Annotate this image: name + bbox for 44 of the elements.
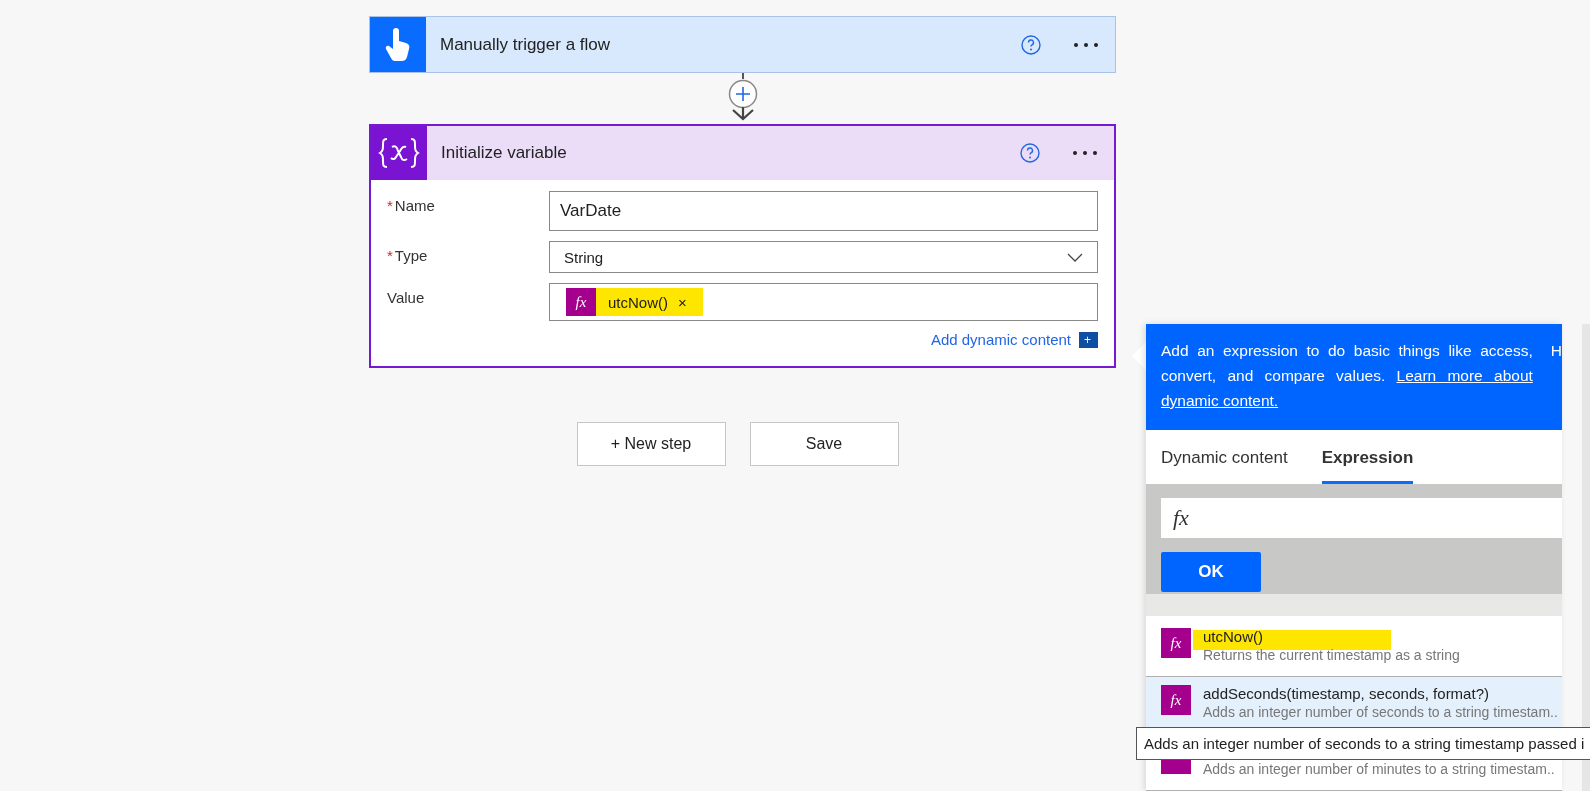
value-field[interactable]: fx utcNow() × [549, 283, 1098, 321]
expression-field[interactable]: fx [1161, 498, 1562, 538]
fx-icon: fx [566, 288, 596, 316]
variable-icon [378, 136, 420, 170]
card-title: Initialize variable [441, 143, 568, 163]
function-item[interactable]: fx utcNow() Returns the current timestamp as a string [1146, 620, 1562, 677]
new-step-button[interactable]: + New step [576, 422, 726, 466]
chevron-down-icon [1067, 252, 1083, 262]
function-name: addSeconds(timestamp, seconds, format?) [1203, 685, 1490, 704]
info-text: Add an expression to do basic things like access, convert, and compare values. Learn more about dynamic content. [1161, 341, 1533, 411]
learn-more-link[interactable]: Learn more about [1396, 367, 1533, 384]
tooltip: Adds an integer number of seconds to a string timestamp passed i [1136, 727, 1590, 760]
remove-token-button[interactable]: × [678, 293, 687, 311]
function-description: Adds an integer number of seconds to a string timestam.. [1203, 704, 1558, 720]
cut-text: H [1550, 341, 1562, 361]
more-icon[interactable] [1073, 41, 1099, 48]
type-dropdown[interactable]: String [549, 241, 1098, 273]
function-name: utcNow() [1203, 628, 1264, 647]
add-step-icon[interactable] [727, 79, 758, 109]
add-dynamic-content-button[interactable]: + [1079, 331, 1098, 348]
hand-pointer-icon [385, 27, 411, 62]
required-mark: * [387, 247, 393, 264]
arrow-down-icon [730, 107, 755, 121]
scrollbar[interactable] [1582, 324, 1590, 791]
function-description: Returns the current timestamp as a string [1203, 647, 1460, 663]
card-title: Manually trigger a flow [440, 34, 612, 55]
save-button[interactable]: Save [749, 422, 899, 466]
help-icon[interactable] [1020, 143, 1040, 163]
ok-button[interactable]: OK [1161, 552, 1261, 592]
help-icon[interactable] [1021, 34, 1041, 55]
more-icon[interactable] [1072, 150, 1098, 156]
fx-icon: fx [1161, 628, 1191, 658]
add-dynamic-content-link[interactable]: Add dynamic content [930, 331, 1071, 348]
fx-icon: fx [1161, 685, 1191, 715]
function-description: Adds an integer number of minutes to a string timestam.. [1203, 761, 1555, 777]
panel-tab[interactable]: Dynamic content [1161, 430, 1288, 484]
trigger-card[interactable]: Manually trigger a flow [369, 16, 1116, 73]
field-label: Type [394, 247, 428, 264]
learn-more-link[interactable]: dynamic content. [1161, 392, 1279, 409]
fx-icon: fx [1173, 505, 1189, 531]
field-label: Name [394, 197, 435, 214]
name-field[interactable]: VarDate [549, 191, 1098, 231]
field-label: Value [387, 289, 425, 306]
required-mark: * [387, 197, 393, 214]
